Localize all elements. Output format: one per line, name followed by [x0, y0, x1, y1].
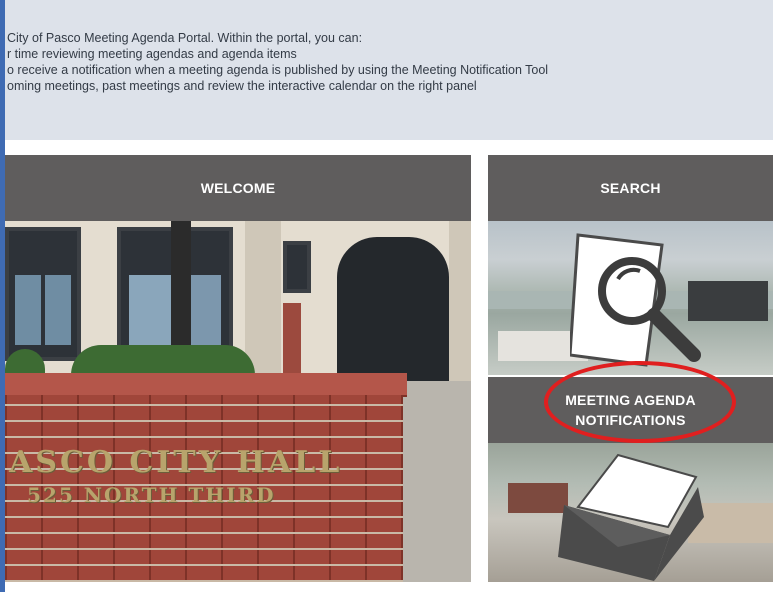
- highlight-annotation: [544, 361, 736, 443]
- intro-line: r time reviewing meeting agendas and age…: [7, 47, 297, 61]
- sidewalk: [401, 381, 471, 582]
- sign-text: ASCO CITY HALL: [9, 445, 343, 480]
- search-header: SEARCH: [488, 155, 773, 221]
- intro-line: City of Pasco Meeting Agenda Portal. Wit…: [7, 31, 363, 45]
- search-icon: [570, 233, 701, 367]
- envelope-icon: [558, 453, 704, 581]
- search-tile[interactable]: SEARCH: [488, 155, 773, 375]
- intro-line: oming meetings, past meetings and review…: [7, 79, 477, 93]
- sign-address: 525 NORTH THIRD: [27, 483, 276, 507]
- building-window: [5, 227, 81, 361]
- sign-cap: [5, 373, 407, 397]
- brick-column: [283, 303, 301, 373]
- intro-line: o receive a notification when a meeting …: [7, 63, 549, 77]
- welcome-tile[interactable]: WELCOME ASCO CITY HALL 525 NORTH THIRD: [5, 155, 471, 582]
- building-window: [283, 241, 311, 293]
- intro-panel: City of Pasco Meeting Agenda Portal. Wit…: [5, 0, 773, 140]
- welcome-header: WELCOME: [5, 155, 471, 221]
